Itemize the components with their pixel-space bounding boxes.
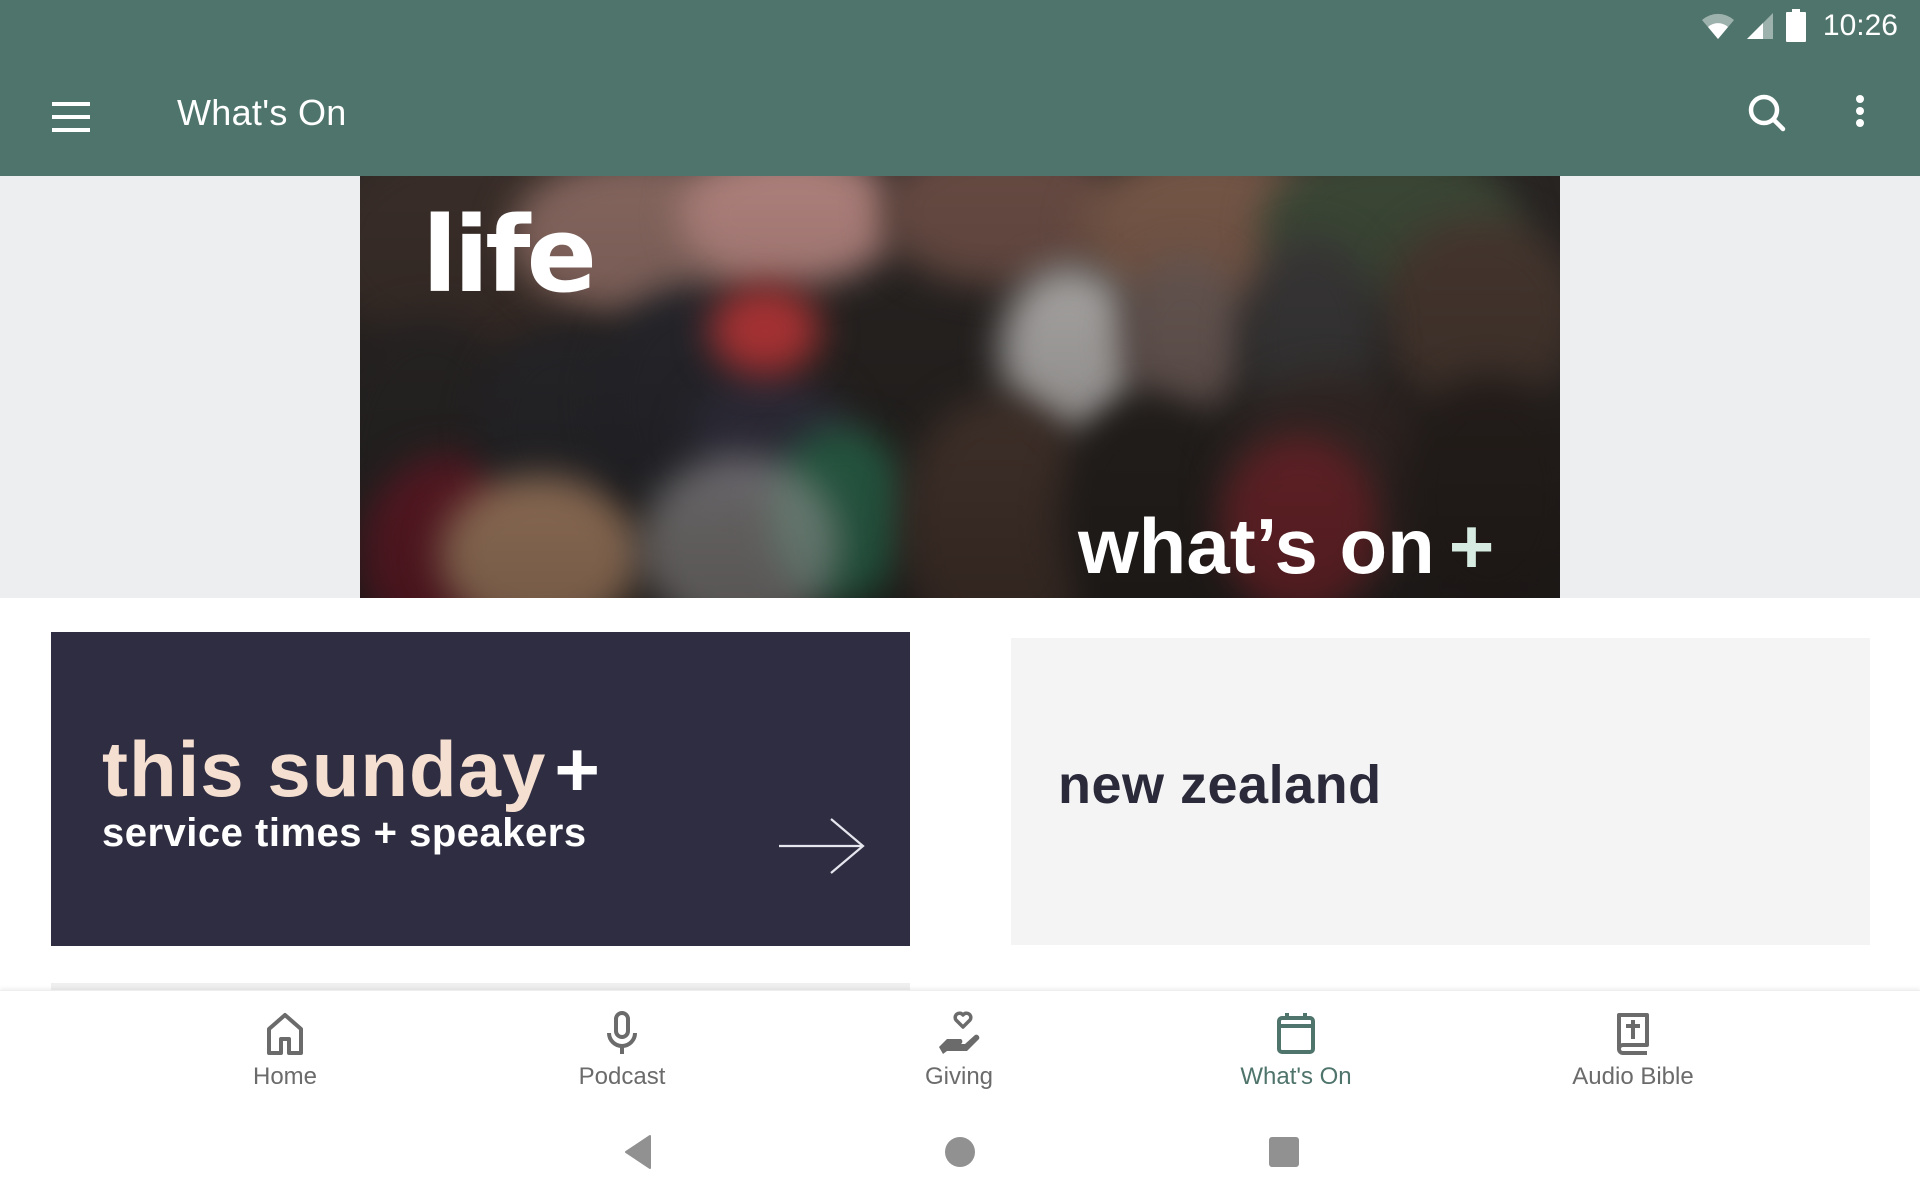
nav-item-podcast[interactable]: Podcast <box>472 991 772 1101</box>
bottom-nav: Home Podcast Giving What's On Audio Bibl… <box>0 990 1920 1100</box>
nav-item-home[interactable]: Home <box>135 991 435 1101</box>
nav-item-audio-bible[interactable]: Audio Bible <box>1483 991 1783 1101</box>
app-bar: 10:26 What's On <box>0 0 1920 176</box>
arrow-right-icon <box>779 818 865 874</box>
cell-signal-icon <box>1746 13 1773 39</box>
hero-caption-text: what’s on <box>1078 502 1435 590</box>
hero-banner[interactable]: life what’s on + <box>360 176 1560 598</box>
hamburger-menu-icon[interactable] <box>50 96 92 138</box>
new-zealand-card[interactable]: new zealand <box>1011 638 1870 945</box>
nav-label-giving: Giving <box>924 1063 994 1090</box>
recents-icon[interactable] <box>1264 1132 1304 1172</box>
more-vert-icon[interactable] <box>1843 91 1877 135</box>
this-sunday-title: this sunday + <box>102 724 601 815</box>
system-nav-bar <box>0 1100 1920 1200</box>
this-sunday-subtitle: service times + speakers <box>102 811 587 855</box>
nav-label-audio-bible: Audio Bible <box>1572 1063 1694 1090</box>
nav-label-home: Home <box>252 1063 318 1090</box>
hero-caption: what’s on + <box>1078 501 1494 592</box>
nav-label-whats-on: What's On <box>1240 1063 1352 1090</box>
status-bar: 10:26 <box>1701 8 1898 44</box>
home-circle-icon[interactable] <box>940 1132 980 1172</box>
bible-icon <box>1617 1013 1649 1055</box>
calendar-icon <box>1277 1013 1315 1054</box>
page-title: What's On <box>177 92 347 133</box>
hero-caption-plus: + <box>1448 502 1495 590</box>
toolbar: What's On <box>0 60 1920 176</box>
battery-icon <box>1785 9 1806 42</box>
search-icon[interactable] <box>1745 91 1789 135</box>
wifi-icon <box>1701 13 1734 40</box>
nav-item-giving[interactable]: Giving <box>809 991 1109 1101</box>
giving-hand-heart-icon <box>939 1011 980 1054</box>
this-sunday-card[interactable]: this sunday + service times + speakers <box>51 632 910 946</box>
nav-label-podcast: Podcast <box>578 1063 666 1090</box>
hero-area: life what’s on + <box>0 176 1920 598</box>
life-logo: life <box>422 194 597 316</box>
new-zealand-title: new zealand <box>1058 755 1382 815</box>
back-icon[interactable] <box>618 1132 658 1172</box>
this-sunday-plus: + <box>554 725 601 813</box>
this-sunday-title-text: this sunday <box>102 725 547 813</box>
status-time: 10:26 <box>1822 9 1898 42</box>
nav-item-whats-on[interactable]: What's On <box>1146 991 1446 1101</box>
microphone-icon <box>607 1011 637 1054</box>
home-icon <box>267 1013 303 1055</box>
